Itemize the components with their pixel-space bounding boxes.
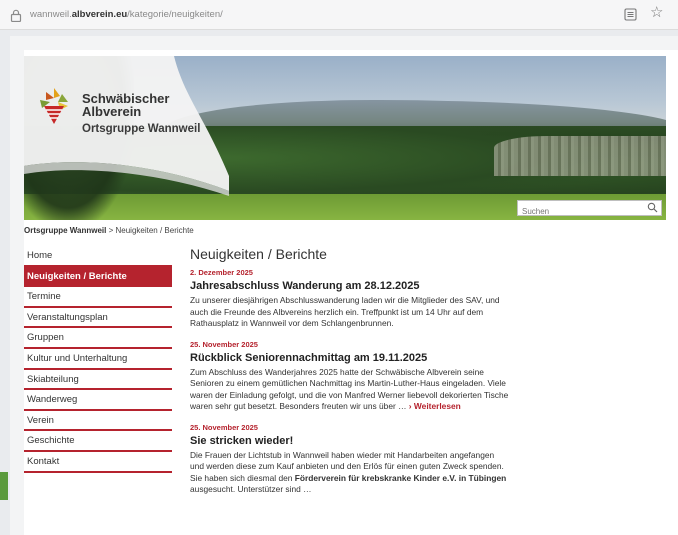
sidebar-item-wanderweg[interactable]: Wanderweg [24,390,172,411]
sidebar-item-kontakt[interactable]: Kontakt [24,452,172,473]
article-title-link[interactable]: Jahresabschluss Wanderung am 28.12.2025 [190,280,510,292]
reader-view-icon[interactable] [624,8,637,21]
org-name-line2: Albverein [82,104,142,119]
sidebar-item-kultur[interactable]: Kultur und Unterhaltung [24,349,172,370]
breadcrumb-home-link[interactable]: Ortsgruppe Wannweil [24,226,106,235]
article-date: 25. November 2025 [190,339,258,349]
sidebar-item-neuigkeiten[interactable]: Neuigkeiten / Berichte [24,266,172,288]
sidebar-item-geschichte[interactable]: Geschichte [24,431,172,452]
breadcrumb: Ortsgruppe Wannweil > Neuigkeiten / Beri… [24,226,194,235]
sidebar-item-termine[interactable]: Termine [24,287,172,308]
article-date: 25. November 2025 [190,422,258,432]
lock-icon [10,9,22,22]
breadcrumb-current: > Neuigkeiten / Berichte [106,226,194,235]
article-excerpt: Zum Abschluss des Wanderjahres 2025 hatt… [190,367,510,413]
article-excerpt: Zu unserer diesjährigen Abschlusswanderu… [190,295,500,328]
article-date: 2. Dezember 2025 [190,268,253,277]
url-text[interactable]: wannweil.albverein.eu/kategorie/neuigkei… [30,9,223,20]
page-content: Schwäbischer Albverein Ortsgruppe Wannwe… [24,50,678,535]
search-input[interactable] [518,204,638,219]
sidebar-item-verein[interactable]: Verein [24,411,172,432]
article-excerpt-bold: Förderverein für krebskranke Kinder e.V.… [294,472,507,483]
search-box[interactable] [517,200,662,219]
article: 25. November 2025 Sie stricken wieder! D… [190,423,510,496]
article: 2. Dezember 2025 Jahresabschluss Wanderu… [190,268,510,330]
albverein-logo[interactable] [36,86,72,126]
sidebar-item-skiabteilung[interactable]: Skiabteilung [24,370,172,391]
org-subtitle: Ortsgruppe Wannweil [82,123,201,135]
article-title-link[interactable]: Rückblick Seniorennachmittag am 19.11.20… [190,352,510,364]
bookmark-star-icon[interactable]: ☆ [650,5,663,20]
article: 25. November 2025 Rückblick Seniorennach… [190,340,510,413]
page-frame: Schwäbischer Albverein Ortsgruppe Wannwe… [10,36,678,535]
page-title: Neuigkeiten / Berichte [190,246,327,262]
hero-town [494,136,666,176]
sidebar-item-veranstaltungsplan[interactable]: Veranstaltungsplan [24,308,172,329]
browser-address-bar[interactable]: wannweil.albverein.eu/kategorie/neuigkei… [0,0,678,30]
sidebar-item-gruppen[interactable]: Gruppen [24,328,172,349]
search-icon[interactable] [647,202,658,213]
header-banner: Schwäbischer Albverein Ortsgruppe Wannwe… [24,56,666,220]
sidebar-nav: Home Neuigkeiten / Berichte Termine Vera… [24,246,172,473]
article-excerpt: Die Frauen der Lichtstub in Wannweil hab… [190,450,510,496]
sidebar-item-home[interactable]: Home [24,246,172,267]
read-more-link[interactable]: › Weiterlesen [409,401,461,411]
logo-banner-shape [24,56,229,196]
side-tab[interactable] [0,472,8,500]
article-title-link[interactable]: Sie stricken wieder! [190,435,510,447]
article-excerpt-text-end: ausgesucht. Unterstützer sind … [190,484,312,494]
main-content: Neuigkeiten / Berichte 2. Dezember 2025 … [190,246,510,506]
